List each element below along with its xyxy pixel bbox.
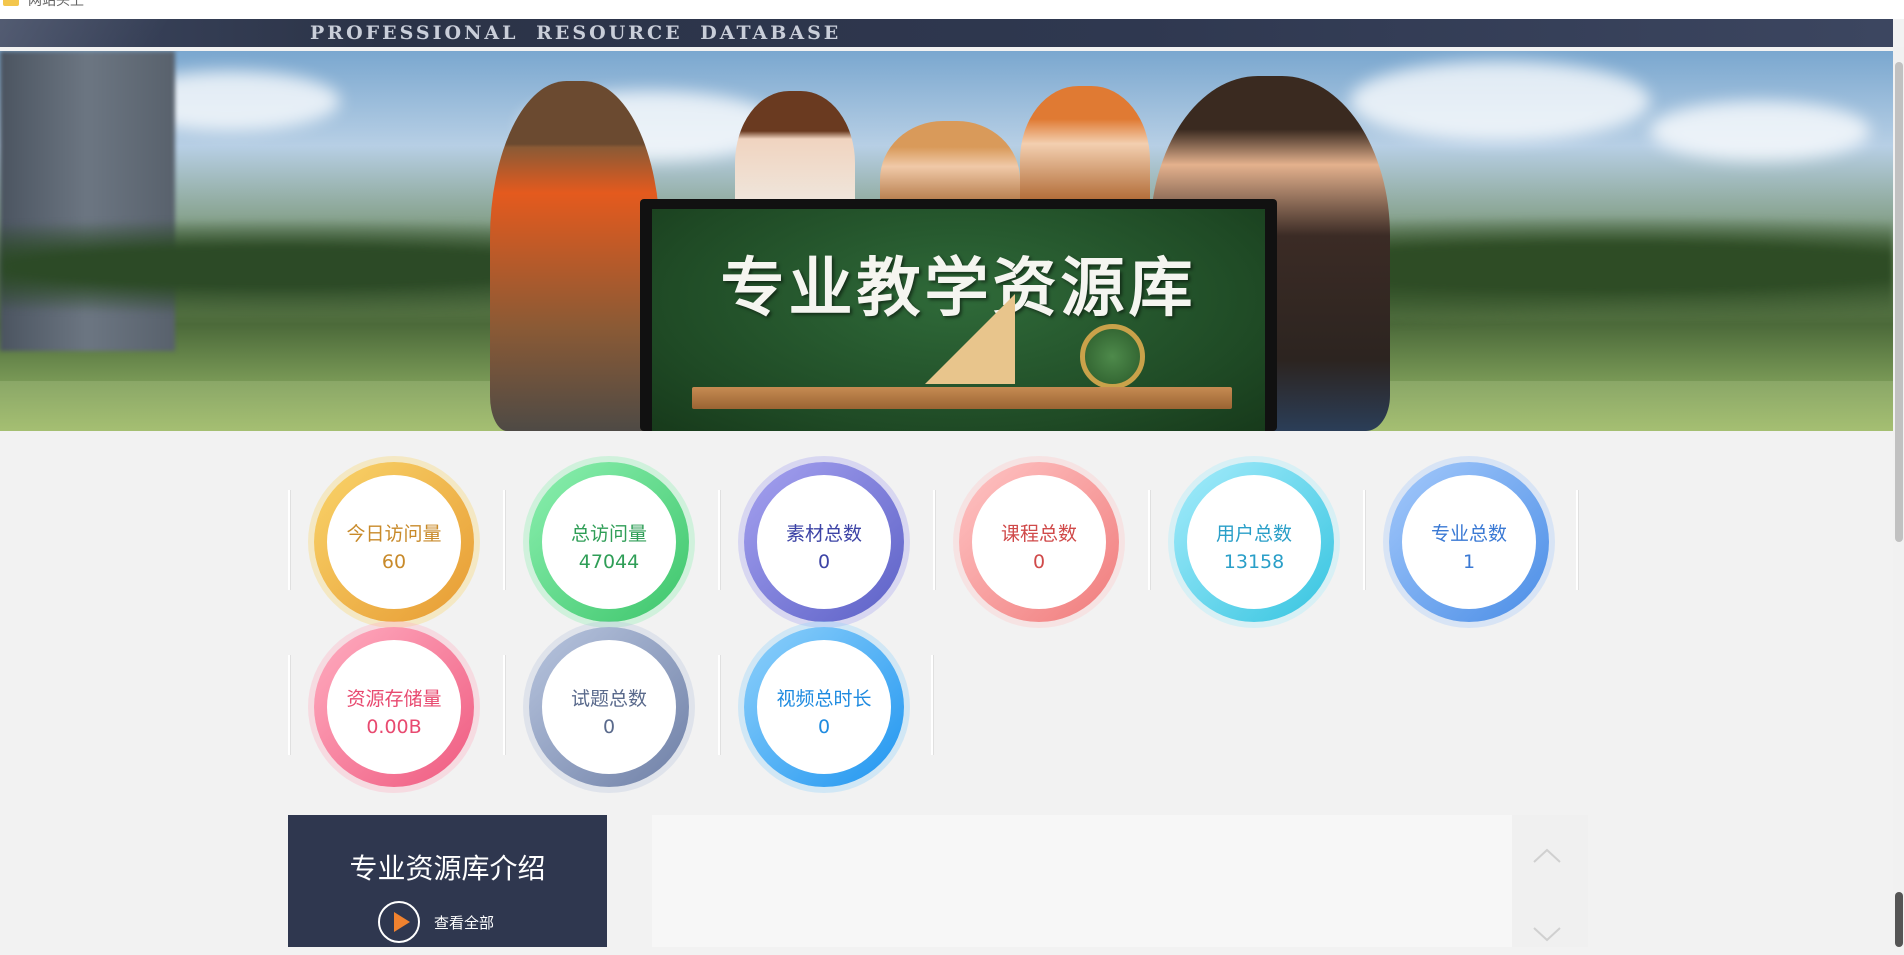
intro-heading: 专业资源库介绍: [349, 852, 546, 885]
stat-value: 0.00B: [366, 716, 422, 738]
stat-card: 素材总数 0: [718, 460, 933, 625]
chevron-down-icon[interactable]: [1532, 925, 1562, 955]
view-all-button[interactable]: 查看全部: [378, 901, 494, 943]
stat-ring: 视频总时长 0: [744, 627, 904, 787]
stat-card: 今日访问量 60: [288, 460, 503, 625]
stat-divider: [933, 490, 935, 590]
page-scrollbar[interactable]: [1893, 47, 1904, 947]
stat-label: 课程总数: [1000, 523, 1077, 545]
stat-card: 专业总数 1: [1363, 460, 1578, 625]
stat-ring: 专业总数 1: [1389, 462, 1549, 622]
scrollbar-thumb-lower[interactable]: [1895, 892, 1903, 947]
stat-value: 0: [602, 716, 616, 738]
folder-icon: [3, 0, 19, 6]
chevron-up-icon[interactable]: [1532, 845, 1562, 875]
stat-ring: 素材总数 0: [744, 462, 904, 622]
stat-divider: [718, 490, 720, 590]
site-motto: PROFESSIONAL RESOURCE DATABASE: [310, 22, 842, 44]
stat-divider: [288, 655, 290, 755]
intro-card: 专业资源库介绍 查看全部: [288, 815, 607, 947]
stat-divider: [503, 490, 505, 590]
ruler-triangle: [925, 294, 1015, 384]
stat-divider: [931, 655, 933, 755]
stat-label: 试题总数: [570, 688, 647, 710]
stat-card: 用户总数 13158: [1148, 460, 1363, 625]
header-stripe: [0, 19, 247, 47]
stat-card: 视频总时长 0: [718, 625, 933, 790]
stat-divider: [718, 655, 720, 755]
stat-label: 专业总数: [1430, 523, 1507, 545]
stat-label: 总访问量: [570, 523, 647, 545]
stat-label: 资源存储量: [346, 688, 442, 710]
hero-banner: 专业教学资源库: [0, 51, 1893, 431]
stat-ring: 总访问量 47044: [529, 462, 689, 622]
chalkboard: 专业教学资源库: [640, 199, 1277, 431]
stat-label: 素材总数: [785, 523, 862, 545]
chalk-shelf: [692, 387, 1232, 409]
stat-value: 0: [817, 716, 831, 738]
stat-ring: 资源存储量 0.00B: [314, 627, 474, 787]
intro-content-panel: [652, 815, 1512, 947]
magnifier-icon: [1080, 324, 1145, 389]
stat-ring: 今日访问量 60: [314, 462, 474, 622]
site-header-bar: PROFESSIONAL RESOURCE DATABASE: [0, 19, 1893, 47]
stat-ring: 试题总数 0: [529, 627, 689, 787]
stat-ring: 用户总数 13158: [1174, 462, 1334, 622]
stat-ring: 课程总数 0: [959, 462, 1119, 622]
stat-divider: [503, 655, 505, 755]
stat-value: 1: [1462, 551, 1476, 573]
stat-value: 0: [817, 551, 831, 573]
stat-card: 总访问量 47044: [503, 460, 718, 625]
stat-value: 0: [1032, 551, 1046, 573]
stat-card: 试题总数 0: [503, 625, 718, 790]
stat-label: 今日访问量: [346, 523, 442, 545]
stat-divider: [1363, 490, 1365, 590]
view-all-label: 查看全部: [434, 913, 495, 932]
scrollbar-thumb[interactable]: [1895, 62, 1903, 542]
stat-card: 资源存储量 0.00B: [288, 625, 503, 790]
stat-value: 60: [381, 551, 407, 573]
stat-divider: [288, 490, 290, 590]
stat-divider: [1148, 490, 1150, 590]
student-figure-left: [490, 81, 660, 431]
play-icon[interactable]: [378, 901, 420, 943]
browser-strip: 网站头上: [0, 0, 1904, 19]
stat-label: 视频总时长: [776, 688, 872, 710]
stat-value: 13158: [1223, 551, 1285, 573]
stat-label: 用户总数: [1215, 523, 1292, 545]
stat-card: 课程总数 0: [933, 460, 1148, 625]
tab-title: 网站头上: [28, 0, 84, 9]
stat-value: 47044: [578, 551, 640, 573]
stats-grid: 今日访问量 60 总访问量 47044 素材总数 0 课程总数 0 用户总数 13158 专业总数 1…: [288, 460, 1578, 790]
stat-divider: [1576, 490, 1578, 590]
